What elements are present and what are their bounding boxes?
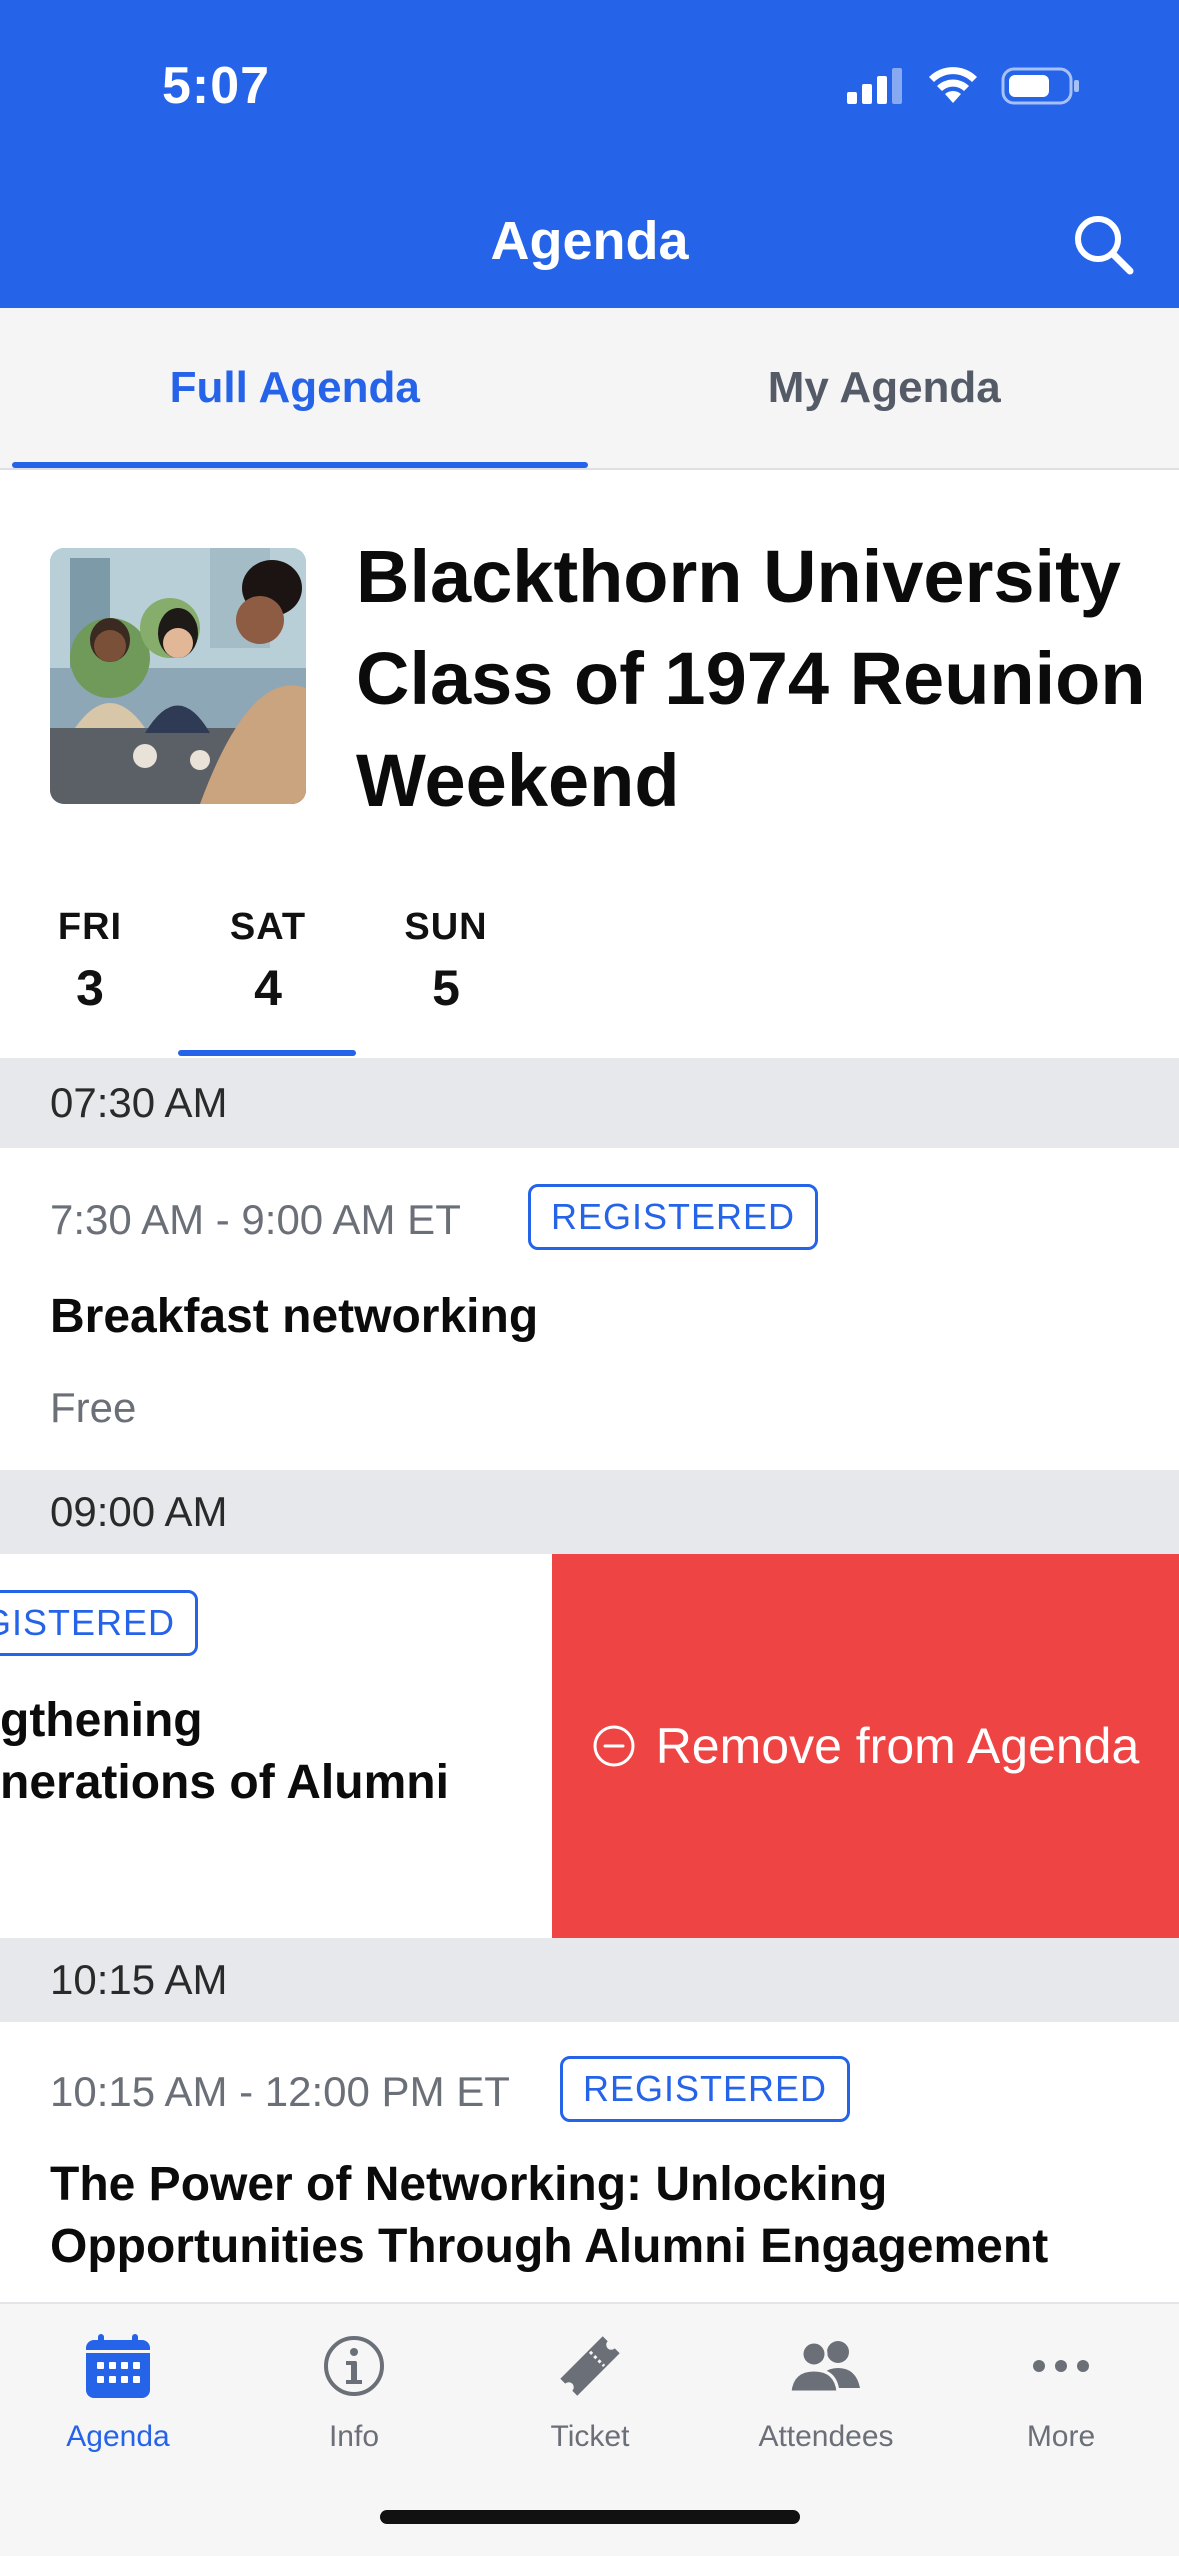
event-title-line: Blackthorn University [356,535,1121,618]
status-time: 5:07 [162,57,271,115]
day-selector: FRI 3 SAT 4 SUN 5 [0,870,1179,1058]
registered-badge: REGISTERED [528,1184,819,1250]
remove-label: Remove from Agenda [655,1718,1140,1774]
event-header: Blackthorn University Class of 1974 Reun… [0,470,1179,870]
session-title: gthening nerations of Alumni [0,1690,449,1814]
event-title-line: Class of 1974 Reunion [356,637,1146,720]
agenda-tabs: Full Agenda My Agenda [0,308,1179,470]
more-icon [1033,2360,1089,2372]
registered-badge: REGISTERED [560,2056,851,2122]
session-price: Free [50,1384,137,1431]
calendar-icon [86,2334,150,2398]
people-icon [788,2340,860,2394]
session-title-line: Opportunities Through Alumni Engagement [50,2220,1049,2273]
day-tab-sat[interactable]: SAT 4 [178,906,358,1017]
status-icons [847,64,1081,108]
tab-my-agenda[interactable]: My Agenda [590,308,1179,468]
session-card[interactable]: 10:15 AM - 12:00 PM ET REGISTERED The Po… [0,2022,1179,2302]
event-title: Blackthorn University Class of 1974 Reun… [356,526,1156,832]
nav-agenda[interactable]: Agenda [0,2326,236,2454]
nav-info[interactable]: Info [236,2326,472,2454]
time-header: 09:00 AM [0,1470,1179,1554]
day-name: FRI [57,906,123,948]
session-title: Breakfast networking [50,1290,539,1343]
signal-icon [847,68,902,104]
session-time: 10:15 AM - 12:00 PM ET [50,2068,510,2115]
nav-label: Attendees [758,2420,894,2453]
nav-attendees[interactable]: Attendees [708,2326,944,2454]
minus-circle-icon [593,1725,635,1767]
session-card[interactable]: 7:30 AM - 9:00 AM ET REGISTERED Breakfas… [0,1148,1179,1470]
page-title: Agenda [490,211,689,271]
event-photo [50,548,306,804]
day-name: SAT [229,906,307,948]
day-number: 5 [432,960,460,1016]
nav-ticket[interactable]: Ticket [472,2326,708,2454]
ticket-icon [560,2336,620,2396]
search-icon [1075,216,1134,275]
session-time: 7:30 AM - 9:00 AM ET [50,1196,461,1243]
nav-label: Info [328,2420,380,2453]
session-content[interactable]: GISTERED gthening nerations of Alumni [0,1554,552,1938]
nav-label: Ticket [550,2420,630,2453]
info-icon [324,2336,384,2396]
nav-more[interactable]: More [943,2326,1179,2454]
search-button[interactable] [1067,208,1139,280]
session-title-line: nerations of Alumni [0,1756,449,1809]
active-day-indicator [178,1050,356,1056]
battery-icon [1001,67,1079,105]
day-number: 3 [76,960,104,1016]
wifi-icon [929,67,977,103]
time-header: 10:15 AM [0,1938,1179,2022]
day-name: SUN [404,906,488,948]
session-card-swiped[interactable]: GISTERED gthening nerations of Alumni Re… [0,1554,1179,1938]
app-header: 5:07 Agenda [0,0,1179,308]
event-title-line: Weekend [356,739,680,822]
session-title-line: The Power of Networking: Unlocking [50,2158,888,2211]
home-indicator [380,2510,800,2524]
day-tab-sun[interactable]: SUN 5 [356,906,536,1017]
remove-from-agenda-button[interactable]: Remove from Agenda [552,1554,1179,1938]
nav-label: Agenda [66,2420,170,2453]
tab-full-agenda[interactable]: Full Agenda [0,308,590,468]
time-header: 07:30 AM [0,1058,1179,1148]
day-number: 4 [254,960,282,1016]
nav-label: More [1026,2420,1096,2453]
session-title-line: gthening [0,1694,203,1747]
session-title: The Power of Networking: Unlocking Oppor… [50,2154,1048,2278]
registered-badge: GISTERED [0,1590,199,1656]
day-tab-fri[interactable]: FRI 3 [0,906,180,1017]
